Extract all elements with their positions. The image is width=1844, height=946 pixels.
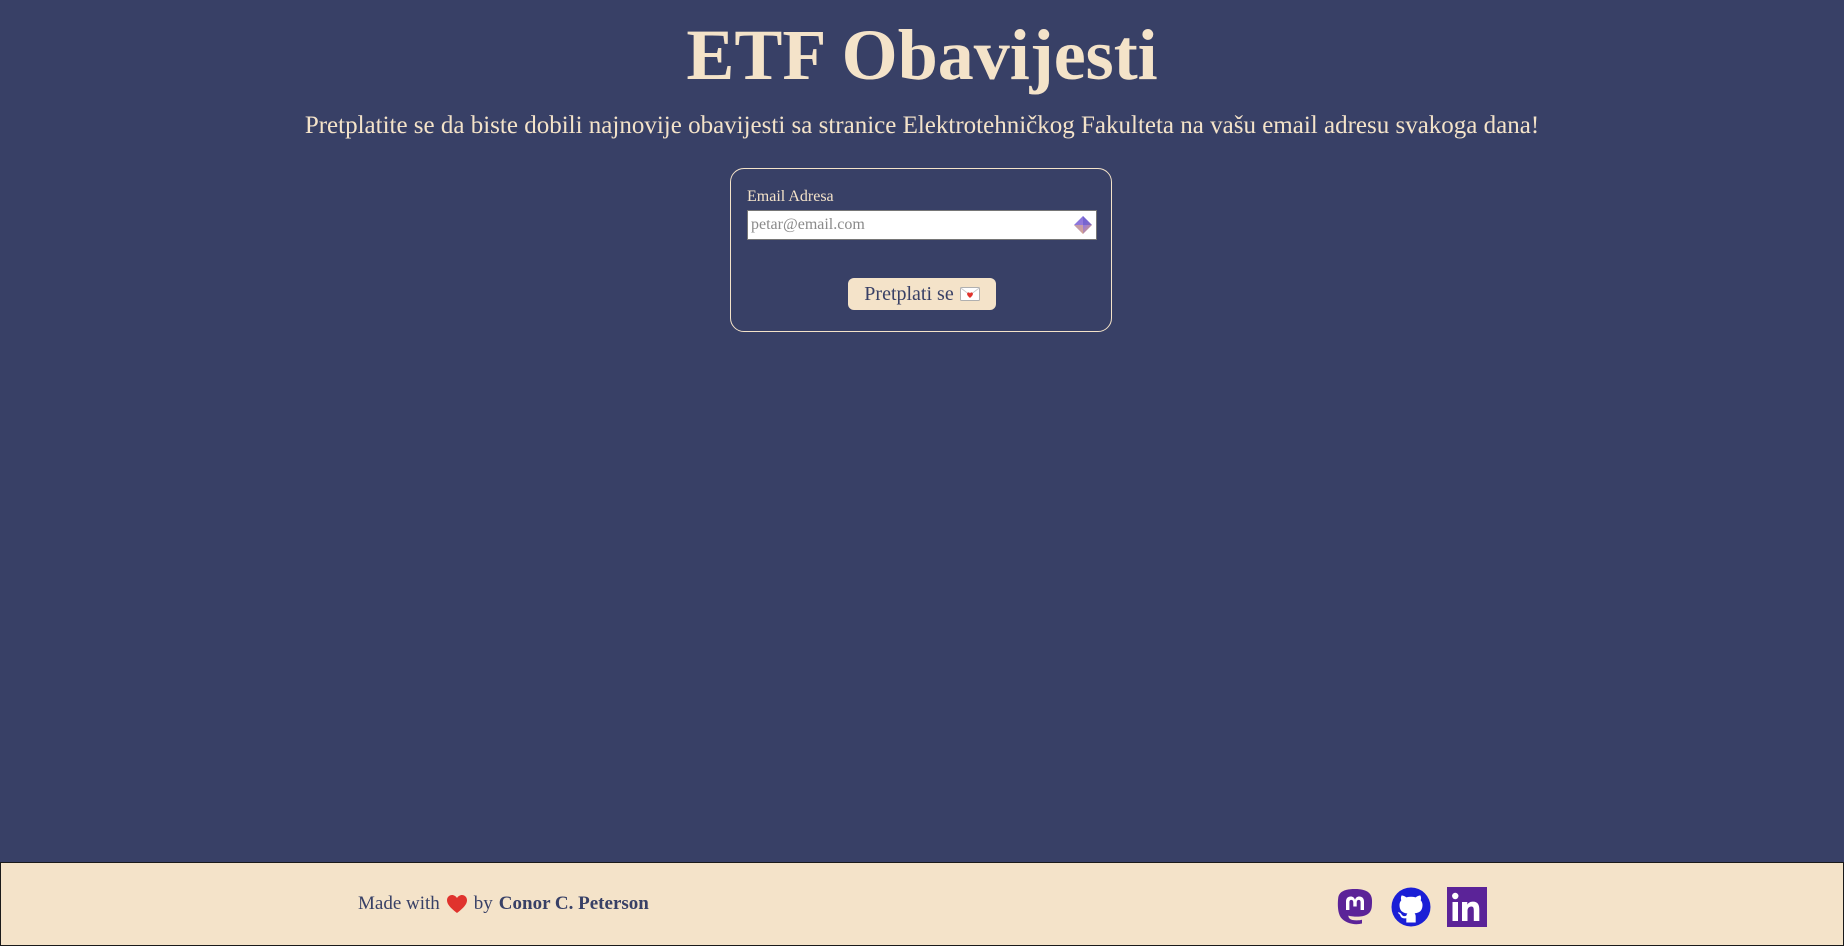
author-name: Conor C. Peterson <box>498 893 649 914</box>
page-title: ETF Obavijesti <box>686 15 1158 95</box>
footer: Made with by Conor C. Peterson <box>0 862 1844 946</box>
github-link[interactable] <box>1391 887 1431 927</box>
made-with-text: Made with <box>358 893 440 914</box>
mastodon-link[interactable] <box>1335 887 1375 927</box>
subscribe-button-label: Pretplati se <box>864 282 954 305</box>
footer-credit: Made with by Conor C. Peterson <box>358 893 649 915</box>
page-subtitle: Pretplatite se da biste dobili najnovije… <box>304 112 1540 139</box>
mastodon-icon <box>1337 889 1373 925</box>
by-text: by <box>473 893 493 914</box>
heart-icon <box>446 895 467 913</box>
email-label: Email Adresa <box>747 188 834 205</box>
autofill-extension-icon[interactable] <box>1073 215 1093 235</box>
linkedin-icon <box>1447 887 1487 927</box>
email-input[interactable] <box>747 210 1097 240</box>
subscribe-form: Email Adresa Pretplati se <box>730 168 1112 332</box>
github-icon <box>1391 887 1431 927</box>
envelope-heart-icon <box>959 287 980 301</box>
linkedin-link[interactable] <box>1447 887 1487 927</box>
subscribe-button[interactable]: Pretplati se <box>848 278 996 310</box>
